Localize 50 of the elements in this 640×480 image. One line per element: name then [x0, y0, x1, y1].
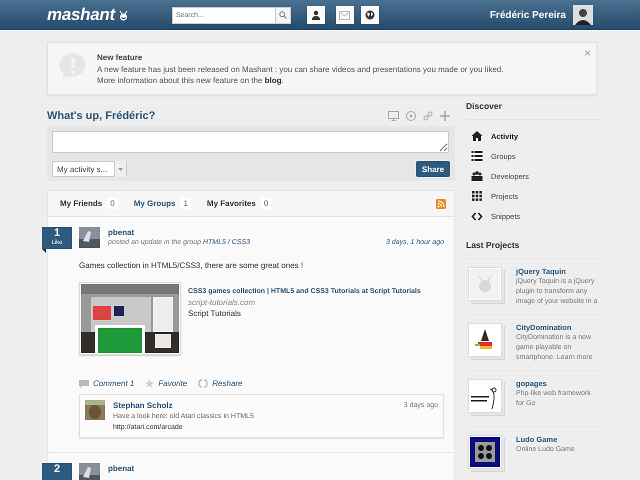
caret-icon	[118, 168, 123, 170]
section-title: Discover	[466, 101, 600, 120]
link-domain: script-tutorials.com	[188, 297, 256, 308]
people-icon	[471, 171, 483, 181]
section-title: Last Projects	[466, 240, 600, 259]
filter-tab[interactable]: My Groups 1	[134, 198, 191, 209]
visibility-dropdown[interactable]: My activity s...	[52, 161, 127, 177]
tab-count: 0	[260, 198, 272, 209]
notifications-button[interactable]	[360, 6, 379, 24]
avatar[interactable]	[79, 463, 100, 480]
envelope-icon	[339, 10, 350, 20]
author-name[interactable]: pbenat	[108, 463, 134, 474]
author-name[interactable]: pbenat	[108, 227, 250, 238]
reshare-arrows-icon	[198, 379, 208, 388]
search-button[interactable]	[274, 6, 291, 24]
notice-title: New feature	[97, 52, 144, 64]
speech-bubble-icon	[79, 380, 89, 388]
house-icon	[471, 131, 483, 141]
avatar[interactable]	[573, 5, 593, 25]
reshare-button[interactable]: Reshare	[198, 379, 243, 388]
like-count: 1	[54, 227, 60, 240]
user-name[interactable]: Frédéric Pereira	[490, 10, 566, 20]
logo[interactable]: mashant	[47, 5, 115, 25]
star-icon	[145, 379, 154, 388]
code-brackets-icon	[471, 212, 483, 220]
filter-tab[interactable]: My Friends 0	[60, 198, 118, 209]
globe-icon	[364, 10, 375, 20]
favorite-button[interactable]: Favorite	[145, 379, 188, 388]
filter-tab[interactable]: My Favorites 0	[206, 198, 272, 209]
profile-button[interactable]	[306, 6, 325, 24]
messages-button[interactable]	[336, 6, 354, 24]
notice-text: More information about this new feature on the blog.	[97, 75, 285, 86]
post-text: Games collection in HTML5/CSS3, there are some great ones !	[79, 261, 304, 271]
grid-icon	[471, 191, 483, 201]
comment-button[interactable]: Comment 1	[79, 379, 134, 388]
list-icon	[471, 151, 483, 161]
bug-logo-icon	[118, 10, 129, 20]
like-count: 2	[54, 463, 60, 476]
tab-count: 1	[180, 198, 191, 209]
comment-author[interactable]: Stephan Scholz	[113, 400, 173, 411]
share-button[interactable]: Share	[416, 161, 450, 177]
person-icon	[310, 10, 321, 20]
status-input[interactable]	[52, 131, 449, 153]
search-icon	[278, 11, 287, 19]
rss-icon[interactable]	[436, 198, 446, 208]
tab-count: 0	[107, 198, 118, 209]
avatar[interactable]	[79, 227, 100, 248]
link-site: Script Tutorials	[188, 308, 242, 319]
composer-title: What's up, Frédéric?	[47, 110, 156, 122]
notice-text: A new feature has just been released on Mashant : you can share videos and presentations you made or you liked.	[97, 64, 504, 75]
